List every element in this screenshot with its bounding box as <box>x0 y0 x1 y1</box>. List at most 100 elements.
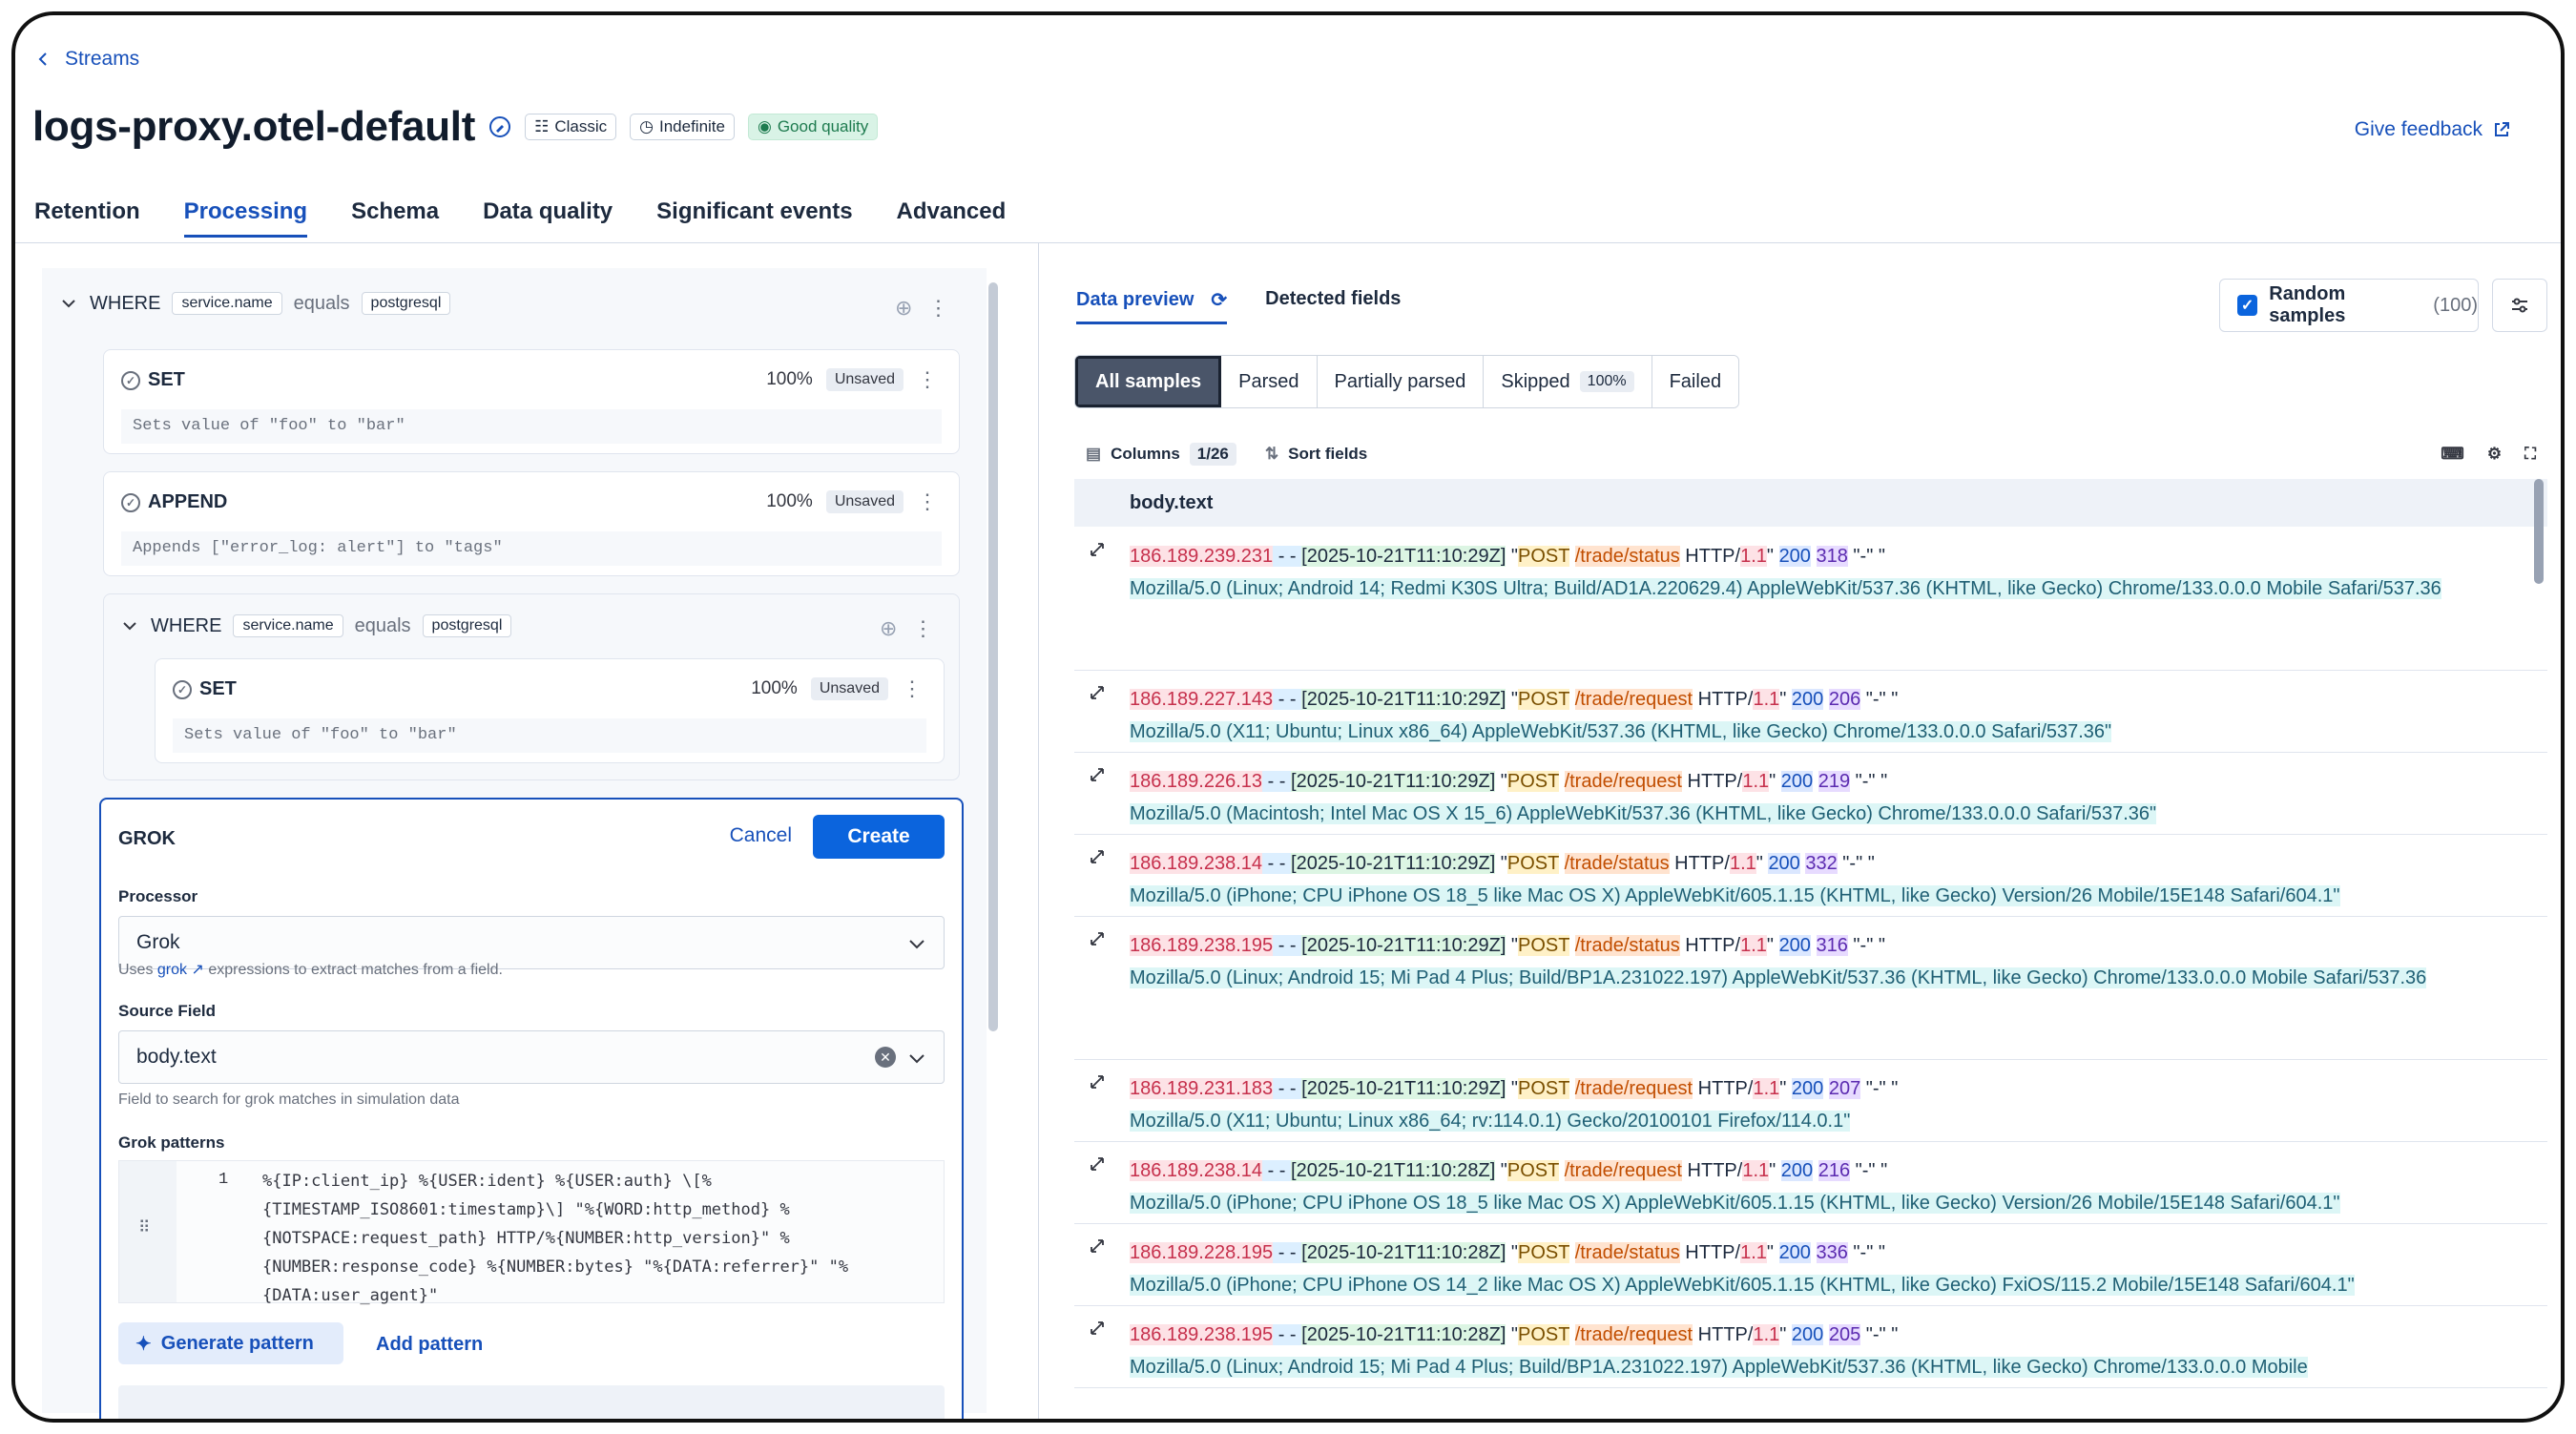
field-ident: - - <box>1273 689 1302 710</box>
columns-button[interactable]: Columns <box>1111 445 1180 464</box>
where-condition-2[interactable]: WHERE service.name equals postgresql <box>120 614 512 637</box>
field-response-code: 200 <box>1791 1078 1824 1099</box>
tab-data-quality[interactable]: Data quality <box>483 198 613 238</box>
field-client-ip: 186.189.238.14 <box>1130 853 1263 874</box>
list-icon: ☷ <box>534 117 550 135</box>
field-response-code: 200 <box>1791 689 1824 710</box>
column-header-body-text[interactable]: body.text <box>1130 492 1213 514</box>
more-actions-icon[interactable]: ⋮ <box>927 296 948 321</box>
left-scrollbar[interactable] <box>988 282 998 1031</box>
table-row[interactable]: 186.189.239.231 - - [2025-10-21T11:10:29… <box>1074 527 2547 671</box>
processor-description: Sets value of "foo" to "bar" <box>173 718 926 753</box>
add-circle-icon[interactable]: ⊕ <box>895 296 912 321</box>
sort-fields-button[interactable]: Sort fields <box>1288 445 1367 464</box>
processor-card-set-2[interactable]: ✓ SET 100% Unsaved ⋮ Sets value of "foo" to… <box>155 658 945 763</box>
tab-data-preview[interactable]: Data preview ⟳ <box>1076 288 1228 324</box>
drag-handle[interactable]: ⠿ <box>119 1161 177 1302</box>
segment-all-samples[interactable]: All samples <box>1075 356 1222 407</box>
where-condition-1[interactable]: WHERE service.name equals postgresql <box>59 292 451 315</box>
fullscreen-icon[interactable]: ⛶ <box>2524 445 2536 464</box>
expand-icon[interactable] <box>1088 765 1107 784</box>
random-samples-toggle[interactable]: ✓ Random samples (100) <box>2219 279 2479 332</box>
field-ident: - - <box>1262 1160 1292 1181</box>
tab-detected-fields[interactable]: Detected fields <box>1265 288 1401 324</box>
table-row[interactable]: 186.189.231.183 - - [2025-10-21T11:10:29… <box>1074 1059 2547 1142</box>
expand-icon[interactable] <box>1088 1237 1107 1256</box>
segment-parsed[interactable]: Parsed <box>1221 356 1318 407</box>
expand-icon[interactable] <box>1088 1319 1107 1338</box>
table-row[interactable]: 186.189.227.143 - - [2025-10-21T11:10:29… <box>1074 670 2547 753</box>
create-button[interactable]: Create <box>813 815 945 859</box>
breadcrumb[interactable]: Streams <box>36 48 139 71</box>
segment-failed[interactable]: Failed <box>1652 356 1739 407</box>
checkbox-checked-icon[interactable]: ✓ <box>2237 295 2258 316</box>
grok-patterns-label: Grok patterns <box>118 1133 225 1152</box>
add-circle-icon[interactable]: ⊕ <box>880 616 897 641</box>
expand-icon[interactable] <box>1088 929 1107 948</box>
give-feedback-link[interactable]: Give feedback <box>2355 118 2511 141</box>
more-actions-icon[interactable]: ⋮ <box>917 367 938 392</box>
grok-pattern-text[interactable]: %{IP:client_ip} %{USER:ident} %{USER:aut… <box>262 1167 848 1310</box>
tab-processing[interactable]: Processing <box>183 198 308 238</box>
expand-icon[interactable] <box>1088 540 1107 559</box>
field-response-code: 200 <box>1778 1242 1811 1263</box>
table-row[interactable]: 186.189.238.14 - - [2025-10-21T11:10:28Z… <box>1074 1141 2547 1224</box>
grok-docs-link[interactable]: grok <box>157 962 187 978</box>
check-circle-icon: ✓ <box>173 679 192 699</box>
table-row[interactable]: 186.189.228.195 - - [2025-10-21T11:10:28… <box>1074 1223 2547 1306</box>
keyboard-icon[interactable]: ⌨ <box>2441 445 2464 464</box>
expand-icon[interactable] <box>1088 1072 1107 1091</box>
refresh-icon[interactable]: ⟳ <box>1211 288 1227 312</box>
tab-schema[interactable]: Schema <box>351 198 439 238</box>
processor-card-append[interactable]: ✓ APPEND 100% Unsaved ⋮ Appends ["error_log… <box>103 471 960 576</box>
grok-pattern-editor[interactable]: ⠿ 1 %{IP:client_ip} %{USER:ident} %{USER… <box>118 1160 945 1305</box>
condition-value: postgresql <box>361 292 451 315</box>
clock-icon: ◷ <box>639 117 654 135</box>
more-actions-icon[interactable]: ⋮ <box>902 676 923 701</box>
table-row[interactable]: 186.189.238.195 - - [2025-10-21T11:10:29… <box>1074 916 2547 1060</box>
sample-filter-group: All samples Parsed Partially parsed Skip… <box>1074 355 1740 408</box>
generate-pattern-button[interactable]: ✦ Generate pattern <box>118 1322 343 1364</box>
field-request-path: /trade/status <box>1574 1242 1680 1263</box>
tab-retention[interactable]: Retention <box>34 198 140 238</box>
where2-actions: ⊕ ⋮ <box>880 616 933 641</box>
tab-significant-events[interactable]: Significant events <box>656 198 852 238</box>
segment-partially-parsed[interactable]: Partially parsed <box>1317 356 1485 407</box>
expand-icon[interactable] <box>1088 847 1107 866</box>
table-row[interactable]: 186.189.226.13 - - [2025-10-21T11:10:29Z… <box>1074 752 2547 835</box>
sparkle-icon: ✦ <box>135 1333 152 1355</box>
add-pattern-button[interactable]: Add pattern <box>376 1334 483 1356</box>
table-row[interactable]: 186.189.238.14 - - [2025-10-21T11:10:29Z… <box>1074 834 2547 917</box>
field-client-ip: 186.189.238.195 <box>1130 935 1274 956</box>
field-user-agent: Mozilla/5.0 (Macintosh; Intel Mac OS X 1… <box>1130 803 2157 824</box>
filter-settings-button[interactable] <box>2492 279 2547 332</box>
field-request-path: /trade/request <box>1574 1078 1693 1099</box>
field-timestamp: [2025-10-21T11:10:29Z] <box>1291 853 1496 874</box>
columns-icon: ▤ <box>1086 445 1102 463</box>
field-response-code: 200 <box>1780 771 1814 792</box>
field-http-version: 1.1 <box>1753 1078 1780 1099</box>
cancel-button[interactable]: Cancel <box>730 824 792 847</box>
line-number: 1 <box>218 1171 229 1189</box>
source-field-select[interactable]: body.text ✕ <box>118 1030 945 1084</box>
check-circle-icon: ✓ <box>121 492 140 512</box>
advanced-settings-accordion[interactable] <box>118 1385 945 1419</box>
more-actions-icon[interactable]: ⋮ <box>912 616 933 641</box>
chevron-down-icon[interactable] <box>120 616 139 635</box>
breadcrumb-streams[interactable]: Streams <box>65 48 139 71</box>
more-actions-icon[interactable]: ⋮ <box>917 489 938 514</box>
field-bytes: 206 <box>1828 689 1861 710</box>
column-header: body.text <box>1074 479 2547 527</box>
processor-card-set-1[interactable]: ✓ SET 100% Unsaved ⋮ Sets value of "foo" to… <box>103 349 960 454</box>
expand-icon[interactable] <box>1088 1154 1107 1174</box>
table-row[interactable]: 186.189.238.195 - - [2025-10-21T11:10:28… <box>1074 1305 2547 1388</box>
edit-icon[interactable] <box>488 115 511 138</box>
clear-icon[interactable]: ✕ <box>875 1047 896 1068</box>
expand-icon[interactable] <box>1088 683 1107 702</box>
segment-skipped[interactable]: Skipped 100% <box>1484 356 1652 407</box>
display-settings-icon[interactable]: ⚙ <box>2487 445 2502 464</box>
tab-advanced[interactable]: Advanced <box>897 198 1007 238</box>
chevron-down-icon[interactable] <box>59 294 78 313</box>
field-user-agent: Mozilla/5.0 (Linux; Android 15; Mi Pad 4… <box>1130 967 2427 988</box>
field-client-ip: 186.189.226.13 <box>1130 771 1263 792</box>
